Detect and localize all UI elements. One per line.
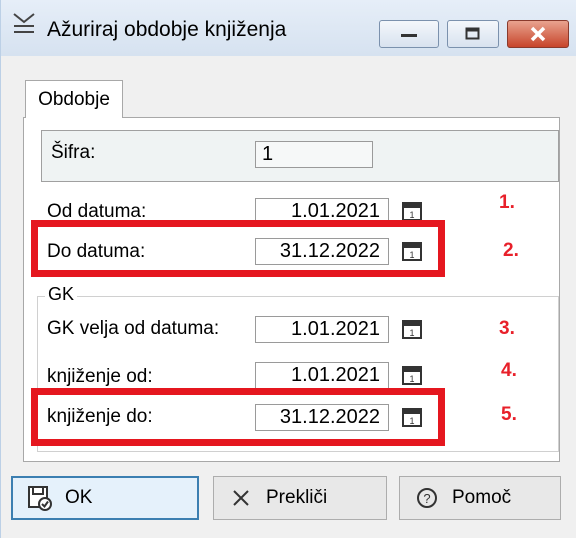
calendar-icon[interactable]: 1 (401, 200, 423, 222)
close-button[interactable] (507, 20, 569, 48)
marker-5: 5. (501, 404, 517, 425)
dialog-window: Ažuriraj obdobje knjiženja Obdobje Šifra… (0, 0, 576, 538)
minimize-button[interactable] (379, 20, 439, 48)
svg-text:1: 1 (409, 210, 414, 220)
gk-group-title: GK (45, 284, 78, 305)
tab-label: Obdobje (38, 88, 110, 110)
help-label: Pomoč (452, 487, 512, 508)
sifra-field[interactable]: 1 (255, 141, 373, 168)
help-icon: ? (414, 485, 440, 511)
maximize-button[interactable] (447, 20, 499, 48)
x-icon (228, 485, 254, 511)
knjizenje-od-input[interactable]: 1.01.2021 (255, 362, 389, 389)
knjizenje-od-label: knjiženje od: (47, 366, 153, 387)
calendar-icon[interactable]: 1 (401, 364, 423, 386)
marker-3: 3. (499, 318, 515, 339)
calendar-icon[interactable]: 1 (401, 318, 423, 340)
close-icon (508, 21, 568, 47)
ok-button[interactable]: OK (11, 476, 199, 520)
window-title: Ažuriraj obdobje knjiženja (47, 18, 287, 41)
knjizenje-od-value: 1.01.2021 (291, 364, 380, 386)
gk-velja-value: 1.01.2021 (291, 318, 380, 340)
marker-1: 1. (499, 192, 515, 213)
svg-text:1: 1 (409, 374, 414, 384)
gk-velja-label: GK velja od datuma: (47, 318, 220, 339)
svg-text:?: ? (423, 491, 430, 506)
minimize-icon (380, 21, 438, 47)
svg-text:1: 1 (409, 328, 414, 338)
tab-obdobje[interactable]: Obdobje (25, 80, 123, 118)
sifra-label: Šifra: (51, 142, 96, 163)
gk-velja-input[interactable]: 1.01.2021 (255, 316, 389, 343)
period-edit-icon (11, 10, 37, 36)
help-button[interactable]: ? Pomoč (399, 476, 561, 520)
marker-4: 4. (501, 360, 517, 381)
marker-2: 2. (503, 240, 519, 261)
maximize-icon (448, 21, 498, 47)
cancel-button[interactable]: Prekliči (213, 476, 387, 520)
highlight-box-do-datuma (31, 220, 445, 277)
highlight-box-knjizenje-do (31, 388, 445, 446)
sifra-value: 1 (262, 143, 274, 165)
ok-label: OK (65, 487, 93, 508)
cancel-label: Prekliči (266, 487, 328, 508)
title-bar[interactable]: Ažuriraj obdobje knjiženja (1, 0, 576, 56)
save-check-icon (27, 485, 53, 511)
